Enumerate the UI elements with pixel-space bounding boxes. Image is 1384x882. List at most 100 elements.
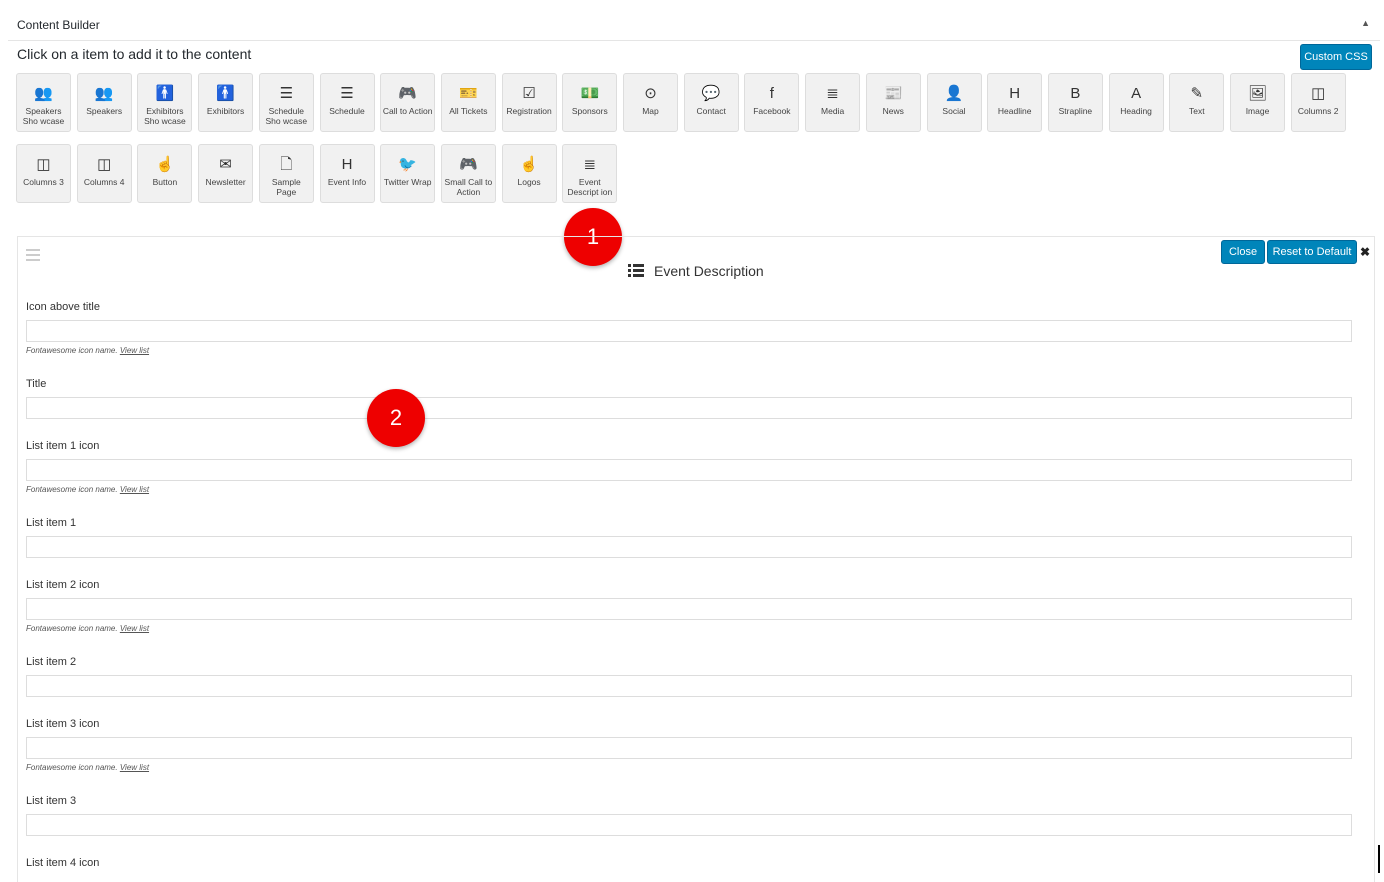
tile-label: Headline xyxy=(997,106,1032,116)
view-list-link[interactable]: View list xyxy=(120,485,149,494)
tile-schedule[interactable]: ☰ Schedule xyxy=(319,73,375,132)
tile-text[interactable]: ✎ Text xyxy=(1169,73,1225,132)
tile-headline[interactable]: H Headline xyxy=(987,73,1043,132)
server-icon: ☰ xyxy=(340,85,354,102)
collapse-toggle-icon[interactable]: ▲ xyxy=(1361,18,1370,28)
tile-label: All Tickets xyxy=(449,106,488,116)
text-input[interactable] xyxy=(26,598,1352,620)
facebook-icon: f xyxy=(769,85,774,102)
server-icon: ☰ xyxy=(279,85,294,102)
tile-sample-page[interactable]: 🗋 Sample Page xyxy=(258,144,314,203)
panel-title: Event Description xyxy=(628,263,764,280)
tile-columns-4[interactable]: ◫ Columns 4 xyxy=(76,144,132,203)
text-input[interactable] xyxy=(26,320,1352,342)
tile-small-call-to-action[interactable]: 🎮 Small Call to Action xyxy=(440,144,496,203)
tile-label: Newsletter xyxy=(205,177,246,187)
columns-icon: ◫ xyxy=(1311,85,1326,102)
reset-to-default-button[interactable]: Reset to Default xyxy=(1267,240,1357,264)
view-list-link[interactable]: View list xyxy=(120,763,149,772)
tile-logos[interactable]: ☝ Logos xyxy=(501,144,557,203)
help-text-label: Fontawesome icon name. xyxy=(26,763,118,772)
header-title: Content Builder xyxy=(17,18,100,32)
columns-icon: ◫ xyxy=(97,156,112,173)
tile-label: Small Call to Action xyxy=(444,177,493,197)
tile-news[interactable]: 📰 News xyxy=(865,73,921,132)
tile-map[interactable]: ⊙ Map xyxy=(623,73,678,132)
newspaper-icon: 📰 xyxy=(883,85,903,102)
custom-css-button[interactable]: Custom CSS xyxy=(1300,44,1372,70)
field-group: List item 2 xyxy=(26,656,1352,697)
tile-event-info[interactable]: H Event Info xyxy=(319,144,375,203)
tile-facebook[interactable]: f Facebook xyxy=(744,73,800,132)
columns-icon: ◫ xyxy=(36,156,51,173)
help-text-label: Fontawesome icon name. xyxy=(26,624,118,633)
tile-label: News xyxy=(882,106,904,116)
field-group: List item 4 icon xyxy=(26,857,1352,869)
tile-button[interactable]: ☝ Button xyxy=(137,144,193,203)
tile-label: Call to Action xyxy=(382,106,433,116)
panel-title-label: Event Description xyxy=(654,263,764,279)
tile-label: Text xyxy=(1189,106,1205,116)
tile-speakers[interactable]: 👥 Speakers xyxy=(76,73,132,132)
view-list-link[interactable]: View list xyxy=(120,624,149,633)
tile-label: Button xyxy=(152,177,178,187)
envelope-icon: ✉ xyxy=(219,156,232,173)
help-text: Fontawesome icon name. View list xyxy=(26,346,1352,355)
tile-label: Contact xyxy=(696,106,726,116)
tile-label: Columns 2 xyxy=(1297,106,1339,116)
tile-newsletter[interactable]: ✉ Newsletter xyxy=(198,144,254,203)
tile-contact[interactable]: 💬 Contact xyxy=(683,73,739,132)
tile-exhibitors[interactable]: 🚹 Exhibitors xyxy=(198,73,254,132)
tile-exhibitors-sho-wcase[interactable]: 🚹 Exhibitors Sho wcase xyxy=(137,73,193,132)
tile-heading[interactable]: A Heading xyxy=(1108,73,1164,132)
tile-event-descript-ion[interactable]: ≣ Event Descript ion xyxy=(562,144,618,203)
view-list-link[interactable]: View list xyxy=(120,346,149,355)
drag-handle-icon[interactable] xyxy=(26,249,40,264)
help-text-label: Fontawesome icon name. xyxy=(26,346,118,355)
tile-label: Exhibitors xyxy=(206,106,245,116)
text-input[interactable] xyxy=(26,397,1352,419)
money-icon: 💵 xyxy=(580,85,600,102)
tile-label: Map xyxy=(642,106,659,116)
comment-icon: 💬 xyxy=(701,85,721,102)
tile-columns-2[interactable]: ◫ Columns 2 xyxy=(1290,73,1346,132)
help-text-label: Fontawesome icon name. xyxy=(26,485,118,494)
tile-call-to-action[interactable]: 🎮 Call to Action xyxy=(380,73,436,132)
tile-image[interactable]: 🖼 Image xyxy=(1230,73,1285,132)
tile-schedule-sho-wcase[interactable]: ☰ Schedule Sho wcase xyxy=(258,73,314,132)
text-input[interactable] xyxy=(26,675,1352,697)
text-input[interactable] xyxy=(26,536,1352,558)
tile-all-tickets[interactable]: 🎫 All Tickets xyxy=(440,73,496,132)
close-icon[interactable]: ✖ xyxy=(1360,245,1370,259)
field-label: Title xyxy=(26,378,47,390)
field-group: Icon above title Fontawesome icon name. V… xyxy=(26,301,1352,355)
text-input[interactable] xyxy=(26,459,1352,481)
ticket-icon: 🎫 xyxy=(459,85,478,102)
tile-social[interactable]: 👤 Social xyxy=(926,73,982,132)
tile-label: Image xyxy=(1245,106,1270,116)
tile-columns-3[interactable]: ◫ Columns 3 xyxy=(16,144,71,203)
instruction-text: Click on a item to add it to the content xyxy=(17,46,252,62)
tile-label: Facebook xyxy=(753,106,791,116)
tile-speakers-sho-wcase[interactable]: 👥 Speakers Sho wcase xyxy=(16,73,71,132)
tile-registration[interactable]: ☑ Registration xyxy=(501,73,557,132)
tile-label: Exhibitors Sho wcase xyxy=(144,106,186,126)
tile-label: Speakers Sho wcase xyxy=(22,106,65,126)
gamepad-icon: 🎮 xyxy=(398,85,418,102)
image-icon: 🖼 xyxy=(1247,85,1268,102)
hand-pointer-icon: ☝ xyxy=(155,156,175,173)
font-icon: A xyxy=(1131,85,1142,102)
tile-label: Event Descript ion xyxy=(567,177,613,197)
text-cursor xyxy=(1378,845,1380,873)
tile-label: Media xyxy=(821,106,845,116)
close-button[interactable]: Close xyxy=(1221,240,1265,264)
field-label: List item 1 xyxy=(26,517,77,529)
tile-media[interactable]: ≣ Media xyxy=(805,73,861,132)
tile-sponsors[interactable]: 💵 Sponsors xyxy=(562,73,618,132)
text-input[interactable] xyxy=(26,814,1352,836)
tile-twitter-wrap[interactable]: 🐦 Twitter Wrap xyxy=(380,144,436,203)
list-icon: ≣ xyxy=(583,156,597,173)
dot-circle-icon: ⊙ xyxy=(644,85,657,102)
text-input[interactable] xyxy=(26,737,1352,759)
tile-strapline[interactable]: B Strapline xyxy=(1047,73,1103,132)
